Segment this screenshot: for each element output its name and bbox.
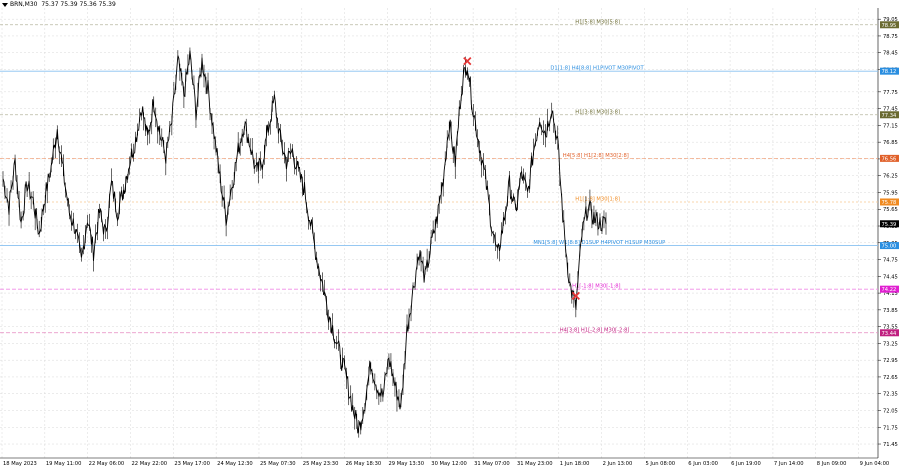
level-label: H4[5:8] H1[2:8] M30[2:8] [563, 153, 629, 159]
x-tick-label: 18 May 2023 [3, 461, 37, 467]
x-tick-label: 6 Jun 19:00 [731, 461, 761, 467]
x-tick-label: 29 May 13:30 [388, 461, 424, 467]
y-tick-label: 76.25 [883, 174, 898, 180]
x-tick-label: 26 May 18:30 [346, 461, 382, 467]
level-price-tag-text: 78.95 [882, 23, 897, 29]
x-tick-label: 22 May 22:00 [131, 461, 167, 467]
x-tick-label: 6 Jun 03:00 [688, 461, 718, 467]
y-tick-label: 72.05 [883, 408, 898, 414]
y-tick-label: 78.75 [883, 34, 898, 40]
y-tick-label: 72.35 [883, 392, 898, 398]
level-label: H1[3:8] M30[3:8] [575, 109, 620, 115]
x-tick-label: 8 Jun 09:00 [817, 461, 847, 467]
x-tick-label: 23 May 17:00 [174, 461, 210, 467]
y-tick-label: 73.85 [883, 308, 898, 314]
level-label: H1[1:8] M30[1:8] [575, 196, 620, 202]
x-tick-label: 31 May 23:00 [517, 461, 553, 467]
level-price-tag-text: 77.34 [882, 113, 898, 119]
y-tick-label: 75.95 [883, 190, 898, 196]
level-label: H1[-1:8] M30[-1:8] [572, 284, 620, 290]
x-tick-label: 24 May 12:30 [217, 461, 253, 467]
y-tick-label: 71.45 [883, 442, 898, 448]
level-price-tag-text: 75.78 [882, 200, 897, 206]
x-tick-label: 25 May 23:30 [303, 461, 339, 467]
level-price-tag-text: 73.44 [882, 331, 898, 337]
x-tick-label: 31 May 07:00 [474, 461, 510, 467]
level-price-tag-text: 78.12 [882, 69, 897, 75]
symbol-header: BRN,M30 75.37 75.39 75.36 75.39 [2, 1, 116, 8]
x-tick-label: 1 Jun 18:00 [560, 461, 590, 467]
price-chart[interactable]: 18 May 2023 19 May 11:00 22 May 06:00 22 Ma… [0, 0, 900, 468]
ohlc-values: 75.37 75.39 75.36 75.39 [41, 1, 116, 8]
x-tick-label: 7 Jun 14:00 [774, 461, 804, 467]
y-tick-label: 78.45 [883, 51, 898, 57]
x-tick-label: 19 May 11:00 [46, 461, 82, 467]
y-tick-label: 71.75 [883, 425, 898, 431]
level-label: H1[5:8] M30[5:8] [575, 19, 620, 25]
symbol-name: BRN,M30 [10, 1, 38, 8]
y-tick-label: 77.75 [883, 90, 898, 96]
x-tick-label: 5 Jun 08:00 [645, 461, 675, 467]
x-tick-label: 25 May 07:30 [260, 461, 296, 467]
dropdown-triangle-icon[interactable] [2, 2, 8, 7]
y-tick-label: 74.75 [883, 258, 898, 264]
y-tick-label: 76.85 [883, 140, 898, 146]
x-tick-label: 2 Jun 13:00 [603, 461, 633, 467]
y-tick-label: 72.95 [883, 358, 898, 364]
x-tick-label: 22 May 06:00 [89, 461, 125, 467]
chart-background [0, 0, 900, 468]
y-tick-label: 74.45 [883, 274, 898, 280]
y-tick-label: 75.65 [883, 207, 898, 213]
chart-window[interactable]: 18 May 2023 19 May 11:00 22 May 06:00 22 Ma… [0, 0, 900, 468]
level-label: MN1[5:8] W1[8:8] D1SUP H4PIVOT H1SUP M30… [533, 240, 665, 246]
y-tick-label: 73.25 [883, 341, 898, 347]
level-price-tag-text: 75.00 [882, 244, 897, 250]
x-tick-label: 9 Jun 04:00 [860, 461, 890, 467]
level-price-tag-text: 76.56 [882, 156, 897, 162]
level-label: D1[1:8] H4[8:8] H1PIVOT M30PIVOT [550, 66, 644, 72]
current-price-text: 75.39 [882, 222, 897, 228]
y-tick-label: 72.65 [883, 375, 898, 381]
y-tick-label: 77.15 [883, 123, 898, 129]
level-price-tag-text: 74.22 [882, 287, 897, 293]
x-tick-label: 30 May 12:00 [431, 461, 467, 467]
level-label: H4[3:8] H1[-2:8] M30[-2:8] [560, 327, 630, 333]
